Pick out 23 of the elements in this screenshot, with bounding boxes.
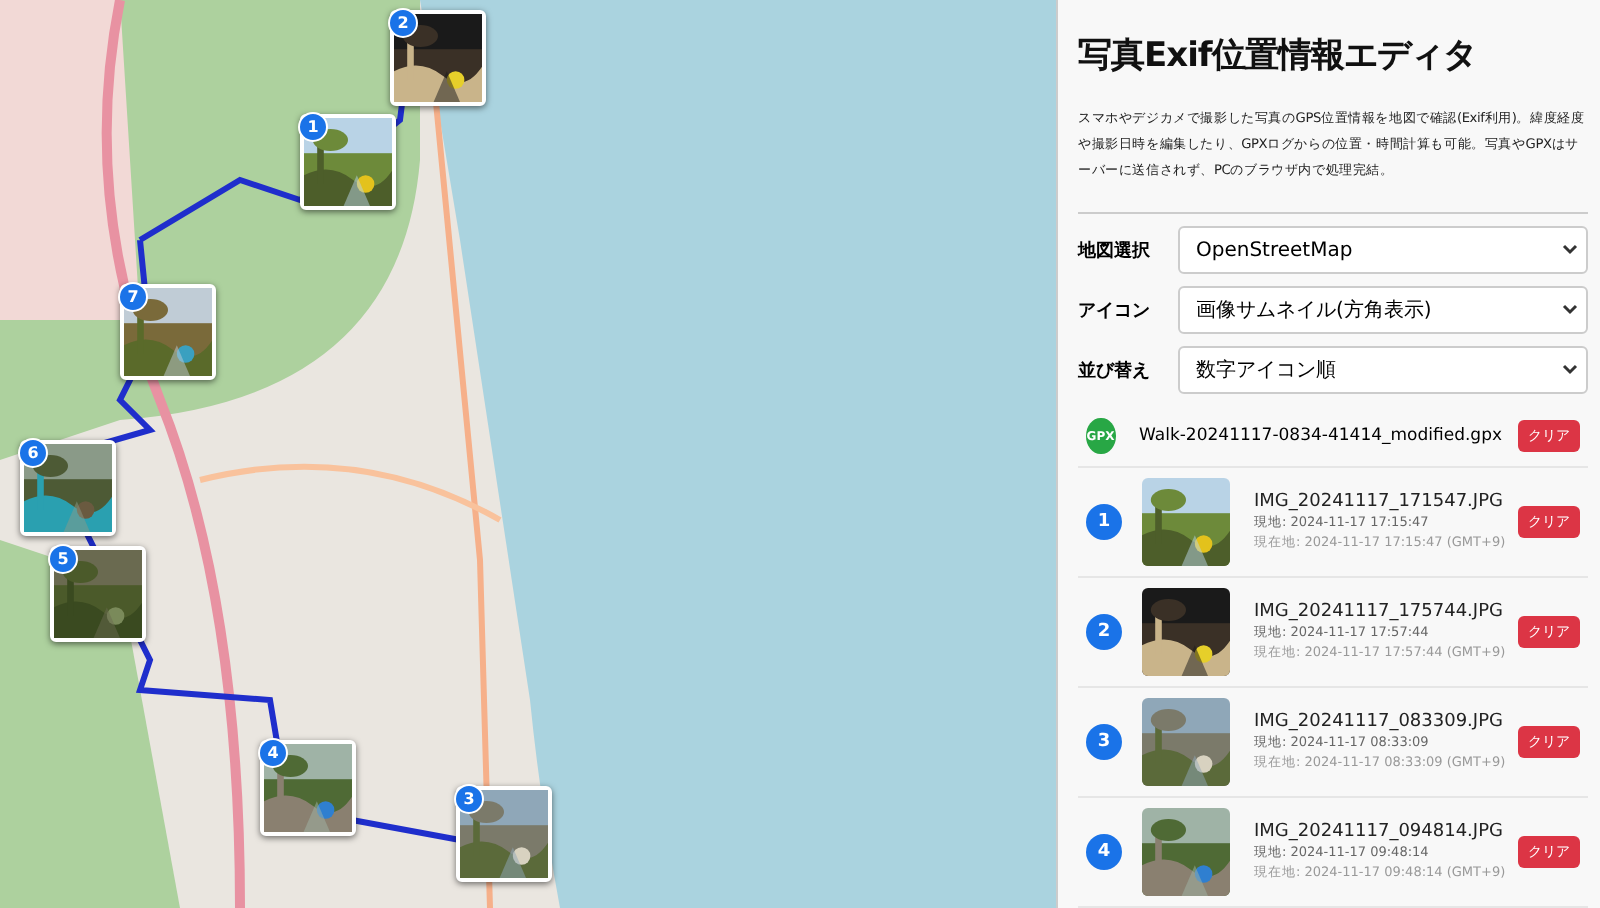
photo-file-name: IMG_20241117_083309.JPG	[1254, 712, 1505, 732]
gpx-file-name: Walk-20241117-0834-41414_modified.gpx	[1139, 426, 1502, 446]
photo-thumbnail[interactable]	[1142, 588, 1230, 676]
caret-icon	[1562, 304, 1578, 316]
select-field[interactable]: OpenStreetMap	[1178, 226, 1588, 274]
app-title: 写真Exif位置情報エディタ	[1078, 34, 1478, 78]
photo-number: 3	[1086, 724, 1122, 760]
photo-number: 4	[1086, 834, 1122, 870]
photo-number: 2	[1086, 614, 1122, 650]
select-field[interactable]: 数字アイコン順	[1178, 346, 1588, 394]
photo-file-name: IMG_20241117_175744.JPG	[1254, 602, 1505, 622]
caret-icon	[1562, 244, 1578, 256]
photo-thumbnail[interactable]	[1142, 698, 1230, 786]
photo-file-name: IMG_20241117_094814.JPG	[1254, 822, 1505, 842]
setting-label: 並び替え	[1078, 358, 1152, 383]
photo-file-name: IMG_20241117_171547.JPG	[1254, 492, 1505, 512]
photo-thumbnail[interactable]	[1142, 808, 1230, 896]
select-field[interactable]: 画像サムネイル(方角表示)	[1178, 286, 1588, 334]
caret-icon	[1562, 364, 1578, 376]
photo-number: 1	[1086, 504, 1122, 540]
setting-label: 地図選択	[1078, 238, 1152, 263]
photo-thumbnail[interactable]	[1142, 478, 1230, 566]
setting-label: アイコン	[1078, 299, 1152, 323]
